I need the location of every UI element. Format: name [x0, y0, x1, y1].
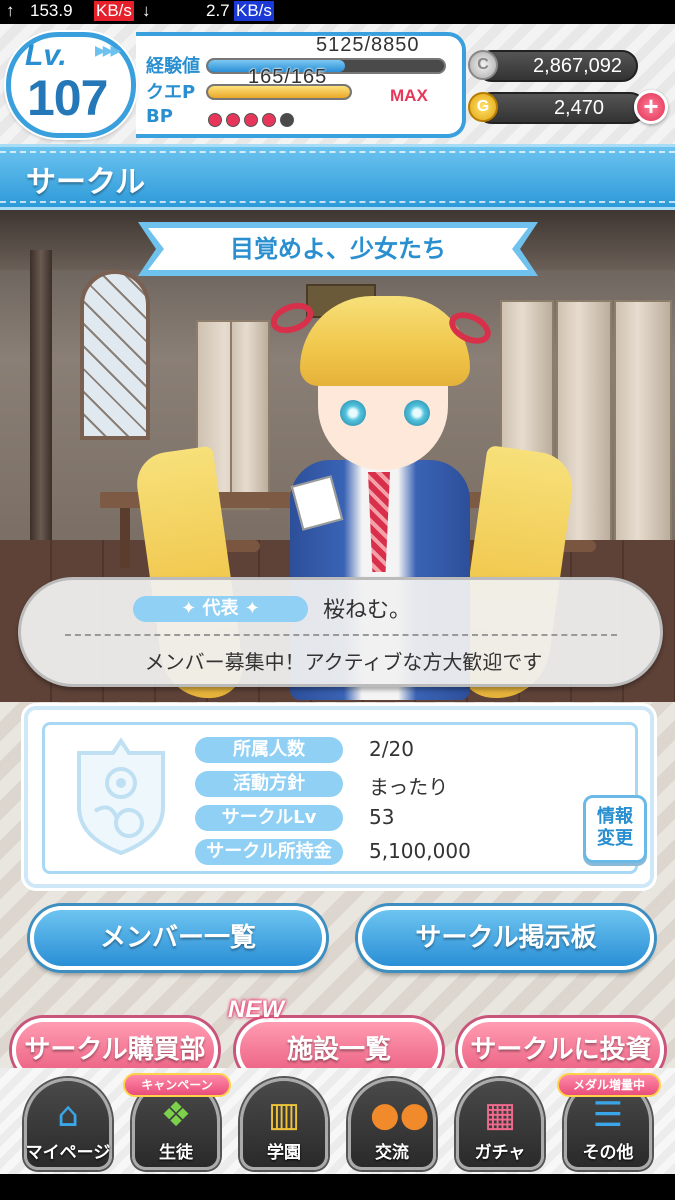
gem-balance: 2,470: [476, 92, 646, 124]
status-bar: ↑ 153.9 KB/s ↓ 2.7 KB/s: [0, 0, 675, 24]
circle-funds-label: サークル所持金: [195, 839, 343, 865]
circle-funds-value: 5,100,000: [369, 839, 471, 863]
bp-label: BP: [146, 106, 173, 127]
sparkle-icon: ✦: [181, 598, 203, 619]
nav-label: 交流: [375, 1143, 409, 1163]
upload-speed-unit: KB/s: [94, 1, 134, 21]
level-value: 107: [27, 70, 108, 126]
bp-dot-filled: [226, 113, 240, 127]
locker: [230, 320, 270, 510]
circle-level-value: 53: [369, 805, 395, 829]
menu-icon: ☰: [592, 1095, 624, 1135]
nav-social[interactable]: ●● 交流: [348, 1078, 436, 1170]
member-list-button[interactable]: メンバー一覧: [30, 906, 326, 970]
campaign-tag: キャンペーン: [123, 1073, 231, 1097]
circle-message: メンバー募集中！アクティブな方大歓迎です: [144, 650, 543, 674]
character-eye-right: [404, 400, 430, 426]
medal-boost-tag: メダル増量中: [557, 1073, 661, 1097]
max-label: MAX: [390, 86, 428, 105]
sparkle-icon: ✦: [238, 598, 260, 619]
nav-label: マイページ: [25, 1143, 111, 1163]
divider: [65, 634, 617, 636]
page-title-bar: サークル: [0, 144, 675, 210]
nav-label: ガチャ: [474, 1143, 526, 1163]
activity-policy-label: 活動方針: [195, 771, 343, 797]
bp-dot-filled: [244, 113, 258, 127]
pillar: [30, 250, 52, 550]
page-title: サークル: [26, 165, 146, 200]
bottom-strip: [0, 1174, 675, 1200]
quest-points-label: クエP: [146, 82, 196, 103]
leader-badge: ✦ 代表 ✦: [133, 596, 308, 622]
edit-info-button[interactable]: 情報 変更: [583, 795, 647, 863]
building-icon: ▦: [483, 1095, 517, 1135]
leader-name: 桜ねむ。: [323, 598, 412, 623]
upload-arrow-icon: ↑: [6, 1, 15, 20]
download-speed-unit: KB/s: [234, 1, 274, 21]
download-speed: 2.7: [206, 1, 230, 20]
gem-value: 2,470: [553, 97, 604, 119]
table-leg: [120, 508, 130, 568]
exp-label: 経験値: [146, 56, 200, 77]
circle-motto-banner: 目覚めよ、少女たち: [138, 218, 538, 280]
nav-mypage[interactable]: ⌂ マイページ: [24, 1078, 112, 1170]
activity-policy-value: まったり: [369, 775, 449, 799]
nav-label: 学園: [267, 1143, 301, 1163]
cards-icon: ❖: [160, 1095, 192, 1135]
nav-students[interactable]: ❖ 生徒 キャンペーン: [123, 1073, 231, 1170]
edit-info-label-1: 情報: [597, 806, 633, 827]
exp-value: 5125/8850: [316, 34, 420, 56]
coin-balance: 2,867,092: [476, 50, 638, 82]
bp-dot-filled: [262, 113, 276, 127]
circle-info-card: 所属人数 2/20 活動方針 まったり サークルLv 53 サークル所持金 5,…: [24, 706, 654, 888]
arched-window: [80, 270, 150, 440]
nav-gacha[interactable]: ▦ ガチャ: [456, 1078, 544, 1170]
level-badge[interactable]: Lv. ▶▶▶ 107: [6, 32, 136, 138]
bp-dot-filled: [208, 113, 222, 127]
gem-coin-icon: G: [468, 92, 498, 122]
character-eye-left: [340, 400, 366, 426]
coin-value: 2,867,092: [533, 55, 622, 77]
upload-speed: 153.9: [30, 1, 73, 20]
add-gems-button[interactable]: +: [634, 90, 668, 124]
member-count-label: 所属人数: [195, 737, 343, 763]
circle-info-inner: 所属人数 2/20 活動方針 まったり サークルLv 53 サークル所持金 5,…: [42, 722, 647, 874]
nav-label: その他: [582, 1143, 634, 1163]
bulletin-board-button[interactable]: サークル掲示板: [358, 906, 654, 970]
coin-icon: C: [468, 50, 498, 80]
member-count-value: 2/20: [369, 737, 414, 761]
circle-motto: 目覚めよ、少女たち: [230, 235, 446, 263]
player-header: 経験値 5125/8850 クエP 165/165 MAX BP Lv. ▶▶▶…: [0, 24, 675, 144]
nav-academy[interactable]: ▥ 学園: [240, 1078, 328, 1170]
nav-label: 生徒: [159, 1143, 193, 1163]
level-arrows-icon: ▶▶▶: [95, 43, 121, 59]
circle-level-label: サークルLv: [195, 805, 343, 831]
download-arrow-icon: ↓: [142, 1, 151, 20]
nav-other[interactable]: ☰ その他 メダル増量中: [557, 1073, 661, 1170]
bottom-navigation: ⌂ マイページ ❖ 生徒 キャンペーン ▥ 学園 ●● 交流 ▦ ガチャ ☰ そ…: [0, 1068, 675, 1174]
edit-info-label-2: 変更: [597, 828, 633, 849]
new-badge: NEW: [228, 996, 284, 1023]
circle-emblem-icon: [77, 737, 165, 856]
quest-points-value: 165/165: [248, 66, 328, 88]
level-label: Lv.: [25, 39, 67, 72]
player-stats-panel[interactable]: 経験値 5125/8850 クエP 165/165 MAX BP: [136, 32, 466, 138]
leader-badge-label: 代表: [202, 598, 239, 619]
bp-dot-empty: [280, 113, 294, 127]
house-icon: ⌂: [57, 1095, 79, 1135]
people-icon: ●●: [370, 1095, 430, 1135]
bp-indicator: [208, 112, 298, 131]
gate-icon: ▥: [267, 1095, 301, 1135]
locker: [614, 300, 672, 550]
leader-info-bubble: ✦ 代表 ✦ 桜ねむ。 メンバー募集中！アクティブな方大歓迎です: [18, 577, 663, 687]
